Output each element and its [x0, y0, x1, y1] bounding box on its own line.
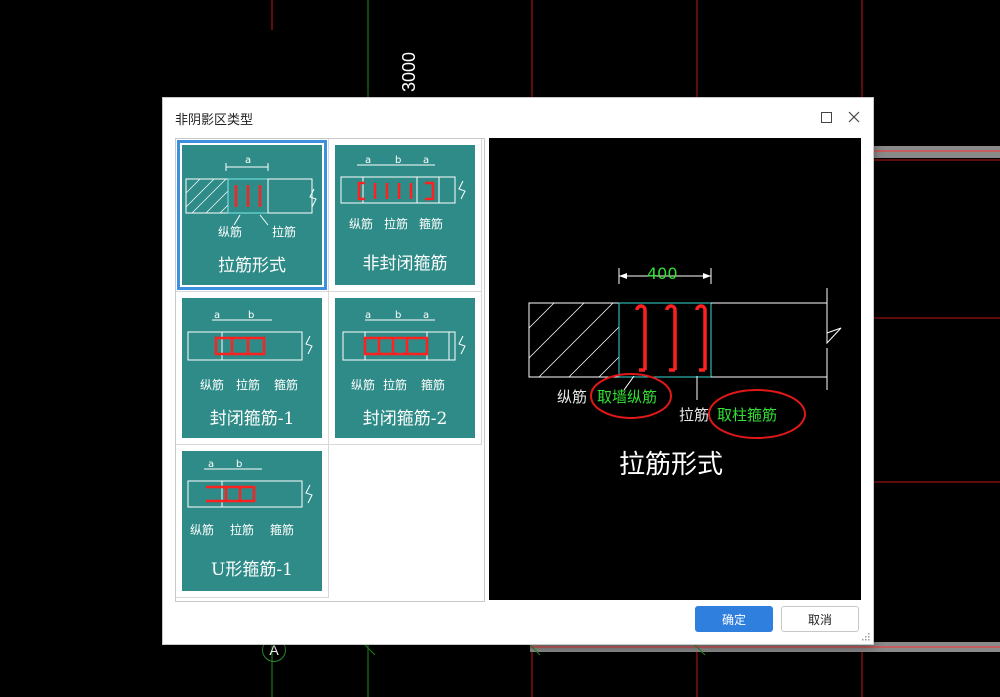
dim-label: a: [208, 459, 215, 470]
option-part-label: 箍筋: [270, 523, 295, 537]
option-part-label: 纵筋: [351, 378, 376, 392]
option-card-tie[interactable]: 纵筋 拉筋 a 拉筋形式: [177, 140, 327, 290]
option-part-label: 纵筋: [349, 217, 374, 231]
preview-longitudinal-label: 纵筋: [557, 388, 588, 406]
dimension-text: 3000: [398, 51, 419, 93]
cancel-button[interactable]: 取消: [781, 606, 859, 632]
preview-title: 拉筋形式: [619, 450, 724, 480]
option-card-u-stirrup-1[interactable]: a b 纵筋 拉筋 箍筋 U形箍筋-1: [182, 451, 322, 591]
option-part-label: 纵筋: [218, 225, 243, 239]
preview-tie-label: 拉筋: [679, 406, 710, 424]
option-label: U形箍筋-1: [211, 560, 293, 580]
ok-button[interactable]: 确定: [695, 606, 773, 632]
preview-panel: 400 纵筋 取墙纵筋 拉筋 取柱箍筋 拉筋形式: [489, 138, 861, 600]
option-part-label: 拉筋: [230, 523, 255, 537]
maximize-icon: [820, 111, 832, 123]
option-cell-open-stirrup: a b a 纵筋 拉筋 箍筋 非封闭箍筋: [329, 139, 482, 292]
option-part-label: 箍筋: [421, 378, 446, 392]
dim-label: a: [423, 155, 430, 166]
option-card-closed-stirrup-1[interactable]: a b 纵筋 拉筋 箍筋 封闭箍筋-1: [182, 298, 322, 438]
option-cell-closed-stirrup-2: a b a 纵筋 拉筋 箍筋 封闭箍筋-2: [329, 292, 482, 445]
preview-diagram: [528, 268, 842, 439]
option-part-label: 纵筋: [200, 378, 225, 392]
preview-tie-value[interactable]: 取柱箍筋: [717, 404, 777, 425]
option-card-closed-stirrup-2[interactable]: a b a 纵筋 拉筋 箍筋 封闭箍筋-2: [335, 298, 475, 438]
option-part-label: 拉筋: [384, 217, 409, 231]
resize-grip-icon[interactable]: [860, 631, 870, 641]
option-part-label: 纵筋: [190, 523, 215, 537]
preview-longitudinal-value[interactable]: 取墙纵筋: [597, 386, 657, 407]
option-part-label: 箍筋: [274, 378, 299, 392]
option-card-open-stirrup[interactable]: a b a 纵筋 拉筋 箍筋 非封闭箍筋: [335, 145, 475, 285]
dialog-window: 非阴影区类型 纵筋 拉筋 a 拉筋形式 a b a 纵筋 拉筋 箍筋 非封闭箍筋…: [162, 97, 874, 645]
dialog-title: 非阴影区类型: [175, 113, 254, 128]
dim-label: a: [365, 310, 372, 321]
option-cell-closed-stirrup-1: a b 纵筋 拉筋 箍筋 封闭箍筋-1: [176, 292, 329, 445]
dim-label: a: [245, 155, 252, 166]
option-part-label: 拉筋: [236, 378, 261, 392]
dim-label: b: [395, 155, 402, 166]
dim-label: a: [423, 310, 430, 321]
preview-dimension: 400: [647, 264, 678, 283]
option-grid: 纵筋 拉筋 a 拉筋形式 a b a 纵筋 拉筋 箍筋 非封闭箍筋 a b 纵筋…: [175, 138, 485, 602]
dim-label: a: [214, 310, 221, 321]
dim-label: a: [365, 155, 372, 166]
dim-label: b: [236, 459, 243, 470]
option-part-label: 拉筋: [272, 225, 297, 239]
dim-label: b: [395, 310, 402, 321]
option-label: 封闭箍筋-2: [362, 409, 448, 429]
option-part-label: 箍筋: [419, 217, 444, 231]
option-label: 封闭箍筋-1: [209, 409, 295, 429]
dialog-titlebar[interactable]: 非阴影区类型: [163, 98, 873, 136]
option-label: 拉筋形式: [218, 256, 286, 276]
option-label: 非封闭箍筋: [362, 254, 448, 274]
dim-label: b: [248, 310, 255, 321]
option-cell-u-stirrup-1: a b 纵筋 拉筋 箍筋 U形箍筋-1: [176, 445, 329, 598]
option-cell-tie: 纵筋 拉筋 a 拉筋形式: [176, 139, 329, 292]
close-button[interactable]: [843, 106, 865, 128]
maximize-button[interactable]: [815, 106, 837, 128]
close-icon: [848, 111, 860, 123]
option-part-label: 拉筋: [383, 378, 408, 392]
